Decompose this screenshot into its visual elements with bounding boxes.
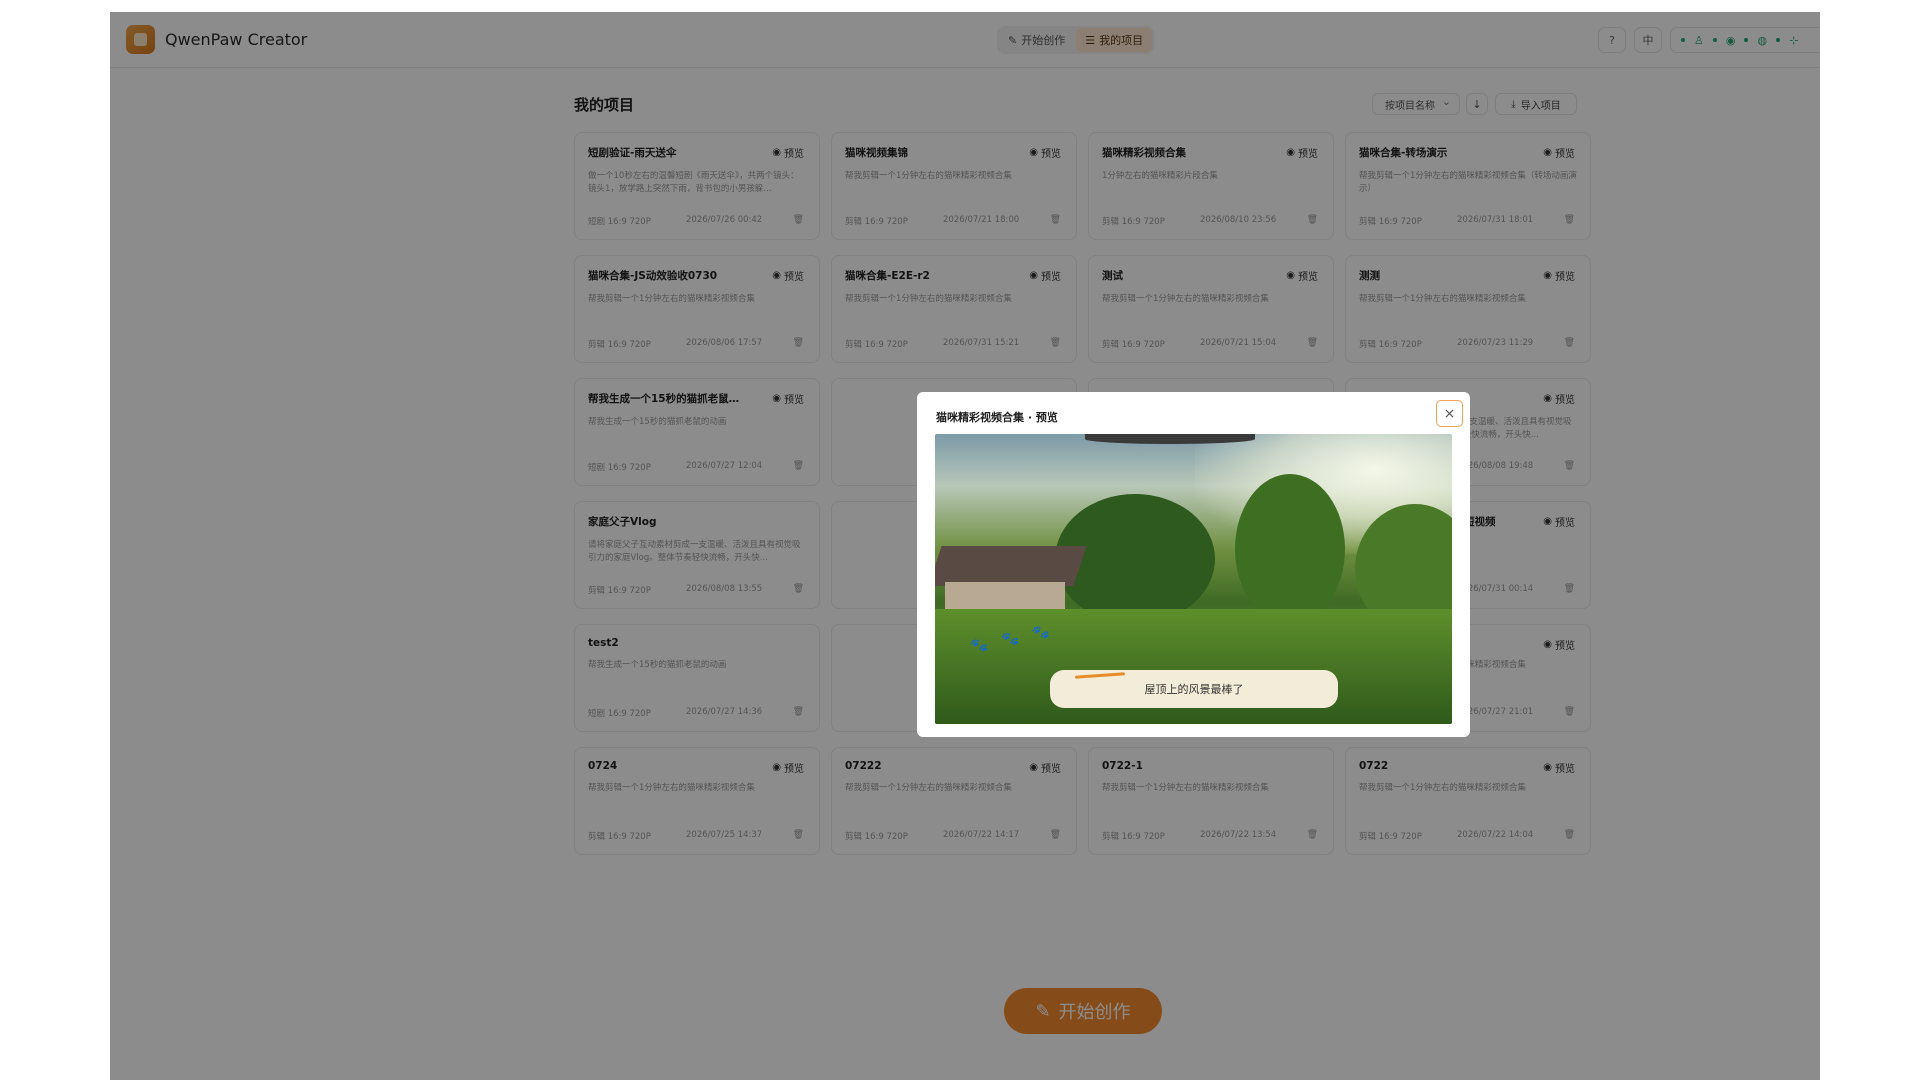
app-window: QwenPaw Creator ✎ 开始创作 ☰ 我的项目 ? 中 ♙ ◉ ◍ [110,12,1820,1080]
video-tree [1235,474,1345,624]
video-player[interactable]: 🐾🐾🐾 屋顶上的风景最棒了 [935,434,1452,724]
video-subtitle: 屋顶上的风景最棒了 [1050,670,1338,708]
video-roof [935,546,1087,586]
close-button[interactable]: × [1436,400,1463,427]
preview-modal: 猫咪精彩视频合集 · 预览 × 🐾🐾🐾 屋顶上的风景最棒了 [917,392,1470,737]
video-frame-edge [1085,434,1255,444]
modal-title: 猫咪精彩视频合集 · 预览 [936,411,1058,424]
